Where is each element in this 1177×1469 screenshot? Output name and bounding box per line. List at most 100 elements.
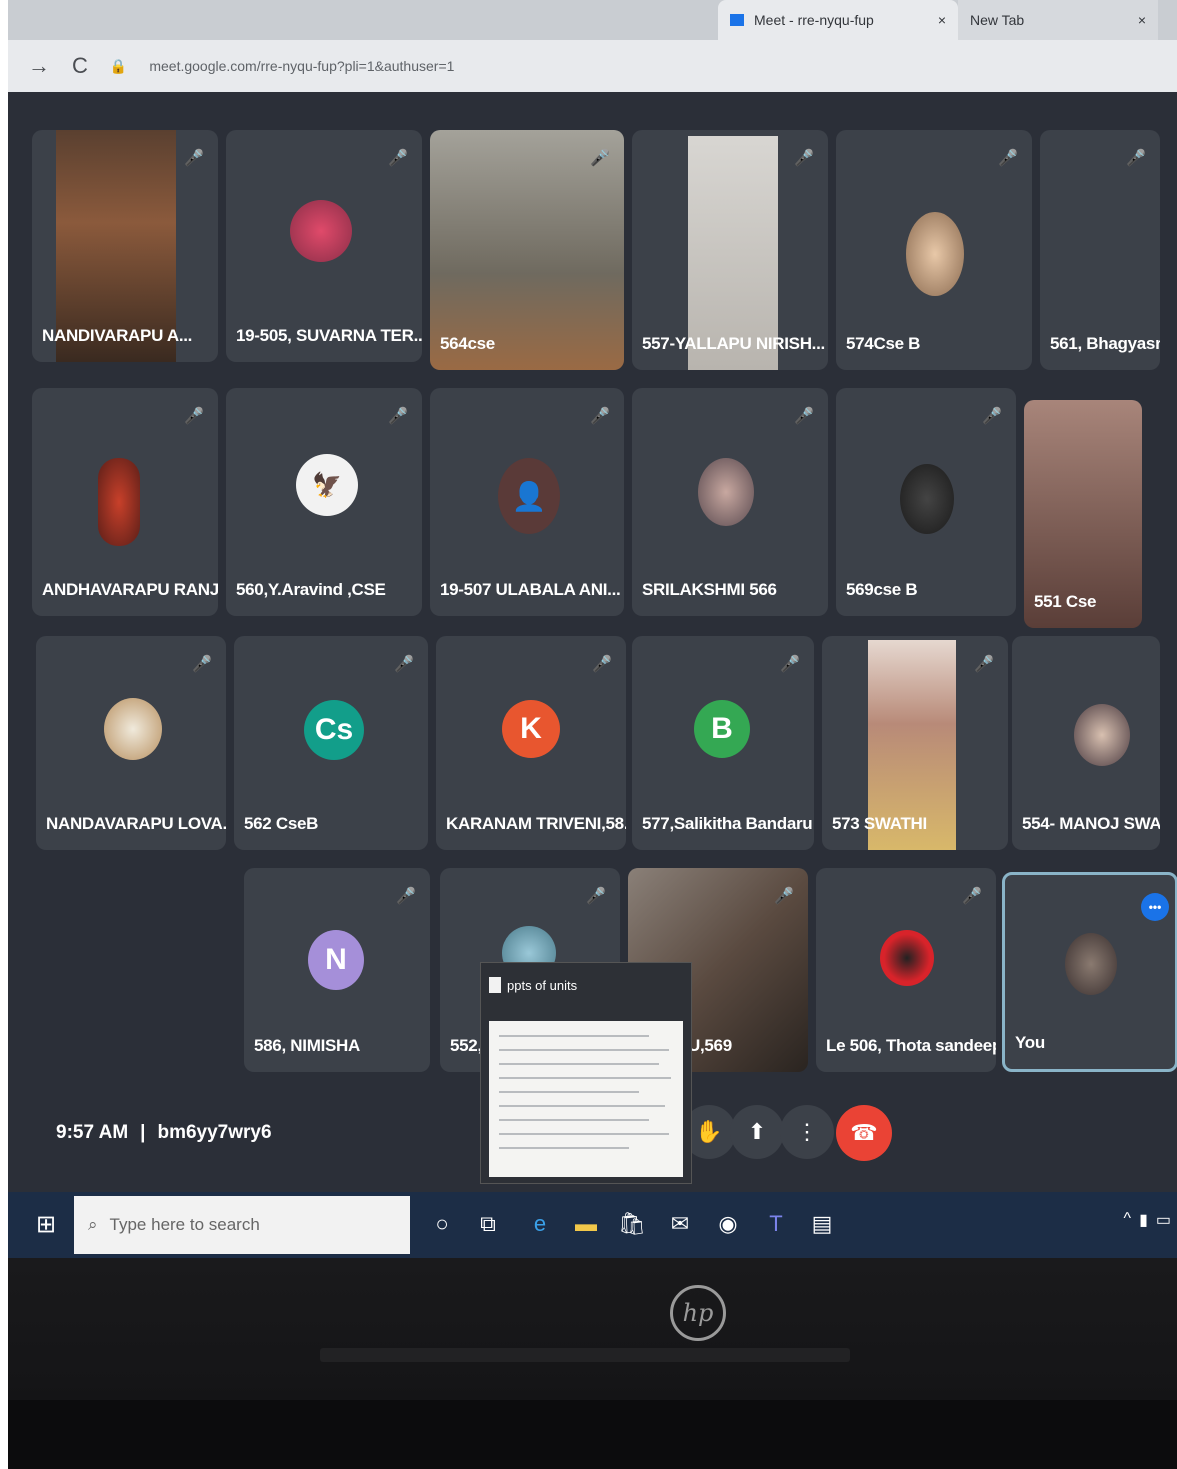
bezel-strip: [320, 1348, 850, 1362]
document-icon: [489, 977, 501, 993]
preview-line: [499, 1133, 669, 1135]
laptop-screen: Meet - rre-nyqu-fup × New Tab × → C 🔒 me…: [8, 0, 1177, 1262]
participant-name: 554- MANOJ SWAMY...: [1022, 814, 1160, 833]
forward-arrow-icon[interactable]: →: [28, 53, 50, 79]
lock-icon: 🔒: [109, 57, 128, 74]
participant-tile-self[interactable]: ••• You: [1002, 872, 1177, 1072]
participant-name: KARANAM TRIVENI,58...: [446, 814, 626, 833]
taskbar-search-box[interactable]: ⌕ Type here to search: [74, 1196, 410, 1254]
participant-tile[interactable]: 551 Cse: [1024, 400, 1142, 628]
meeting-info: 9:57 AM | bm6yy7wry6: [56, 1122, 272, 1144]
participant-tile[interactable]: 🎤 19-505, SUVARNA TER...: [226, 130, 422, 362]
participant-avatar: [698, 458, 754, 526]
meeting-separator: |: [140, 1122, 146, 1143]
mic-off-icon: 🎤: [388, 150, 408, 167]
tab-meet[interactable]: Meet - rre-nyqu-fup ×: [718, 0, 958, 40]
participant-tile[interactable]: 🎤 ANDHAVARAPU RANJ...: [32, 388, 218, 616]
network-icon[interactable]: ▮: [1139, 1210, 1148, 1230]
mic-off-icon: 🎤: [982, 408, 1002, 425]
participant-name: SRILAKSHMI 566: [642, 580, 777, 599]
participant-avatar: Cs: [304, 700, 364, 760]
participant-name: NANDIVARAPU A...: [42, 326, 193, 345]
more-options-button[interactable]: ⋮: [780, 1105, 834, 1159]
mic-off-icon: 🎤: [780, 656, 800, 673]
participant-name: U,569: [688, 1036, 732, 1055]
battery-icon[interactable]: ▭: [1156, 1210, 1171, 1230]
meeting-time: 9:57 AM: [56, 1122, 129, 1143]
more-options-icon[interactable]: •••: [1141, 893, 1169, 921]
participant-tile[interactable]: 🎤 574Cse B: [836, 130, 1032, 370]
leave-call-button[interactable]: ☎: [836, 1105, 892, 1161]
participant-name: 19-507 ULABALA ANI...: [440, 580, 621, 599]
mic-off-icon: 🎤: [794, 150, 814, 167]
hp-logo: hp: [670, 1285, 726, 1341]
chevron-up-icon[interactable]: ^: [1124, 1210, 1132, 1230]
teams-icon[interactable]: T: [756, 1204, 796, 1244]
mic-off-icon: 🎤: [586, 888, 606, 905]
mic-off-icon: 🎤: [962, 888, 982, 905]
task-view-icon[interactable]: ⧉: [468, 1204, 508, 1244]
mic-off-icon: 🎤: [590, 150, 610, 167]
participant-tile[interactable]: 🦅 🎤 560,Y.Aravind ,CSE: [226, 388, 422, 616]
participant-name: 19-505, SUVARNA TER...: [236, 326, 422, 345]
participant-tile[interactable]: 🎤 NANDIVARAPU A...: [32, 130, 218, 362]
mic-off-icon: 🎤: [396, 888, 416, 905]
participant-avatar: [1074, 704, 1130, 766]
tab-new[interactable]: New Tab ×: [958, 0, 1158, 40]
participant-tile[interactable]: 🎤 Le 506, Thota sandeep: [816, 868, 996, 1072]
participant-avatar: [104, 698, 162, 760]
document-icon[interactable]: ▤: [802, 1204, 842, 1244]
edge-icon[interactable]: e: [520, 1204, 560, 1244]
participant-name: 586, NIMISHA: [254, 1036, 360, 1055]
mic-off-icon: 🎤: [1126, 150, 1146, 167]
participant-avatar: [880, 930, 934, 986]
mic-off-icon: 🎤: [184, 408, 204, 425]
participant-tile[interactable]: 👤 🎤 19-507 ULABALA ANI...: [430, 388, 624, 616]
preview-line: [499, 1077, 671, 1079]
store-icon[interactable]: 🛍: [612, 1204, 652, 1244]
meeting-code: bm6yy7wry6: [157, 1122, 272, 1143]
person-icon: 👤: [498, 458, 560, 534]
mic-off-icon: 🎤: [184, 150, 204, 167]
tab-meet-label: Meet - rre-nyqu-fup: [754, 12, 874, 28]
participant-tile[interactable]: 🎤 564cse: [430, 130, 624, 370]
reload-icon[interactable]: C: [72, 53, 88, 79]
mic-off-icon: 🎤: [774, 888, 794, 905]
participant-avatar: 🦅: [296, 454, 358, 516]
cortana-icon[interactable]: ○: [422, 1204, 462, 1244]
search-placeholder: Type here to search: [109, 1215, 260, 1234]
participant-name: 562 CseB: [244, 814, 319, 833]
windows-start-icon[interactable]: ⊞: [36, 1210, 66, 1240]
participant-tile[interactable]: 🎤 573 SWATHI: [822, 636, 1008, 850]
close-icon[interactable]: ×: [1138, 12, 1146, 28]
participant-tile[interactable]: N 🎤 586, NIMISHA: [244, 868, 430, 1072]
participant-tile[interactable]: 🎤 NANDAVARAPU LOVA...: [36, 636, 226, 850]
participant-tile[interactable]: K 🎤 KARANAM TRIVENI,58...: [436, 636, 626, 850]
participant-tile[interactable]: Cs 🎤 562 CseB: [234, 636, 428, 850]
mail-icon[interactable]: ✉: [660, 1204, 700, 1244]
chrome-icon[interactable]: ◉: [708, 1204, 748, 1244]
file-explorer-icon[interactable]: ▬: [566, 1204, 606, 1244]
present-screen-button[interactable]: ⬆: [730, 1105, 784, 1159]
close-icon[interactable]: ×: [938, 12, 946, 28]
participant-tile[interactable]: 🎤 557-YALLAPU NIRISH...: [632, 130, 828, 370]
participant-name: Le 506, Thota sandeep: [826, 1036, 996, 1055]
participant-tile[interactable]: 🎤 SRILAKSHMI 566: [632, 388, 828, 616]
taskbar-thumbnail-popup[interactable]: ppts of units: [480, 962, 692, 1184]
preview-line: [499, 1091, 639, 1093]
participant-name: NANDAVARAPU LOVA...: [46, 814, 226, 833]
participant-name: 560,Y.Aravind ,CSE: [236, 580, 386, 599]
participant-tile[interactable]: 🎤 569cse B: [836, 388, 1016, 616]
participant-name: 564cse: [440, 334, 495, 353]
participant-name: 561, Bhagyasri: [1050, 334, 1160, 353]
participant-tile[interactable]: 554- MANOJ SWAMY...: [1012, 636, 1160, 850]
tab-new-label: New Tab: [970, 12, 1025, 28]
participant-tile[interactable]: 🎤 561, Bhagyasri: [1040, 130, 1160, 370]
mic-off-icon: 🎤: [394, 656, 414, 673]
meet-favicon-icon: [730, 14, 744, 26]
participant-tile[interactable]: B 🎤 577,Salikitha Bandaru: [632, 636, 814, 850]
url-field[interactable]: meet.google.com/rre-nyqu-fup?pli=1&authu…: [149, 58, 454, 74]
preview-line: [499, 1119, 649, 1121]
participant-avatar: [1065, 933, 1117, 995]
participant-name: 552,: [450, 1036, 482, 1055]
